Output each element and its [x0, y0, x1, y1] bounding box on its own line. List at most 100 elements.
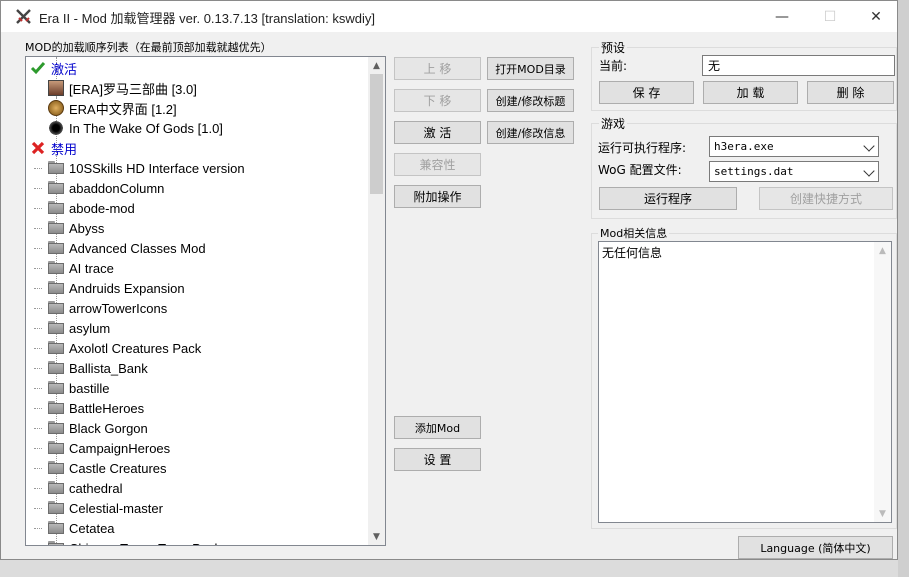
mod-name: CampaignHeroes: [69, 440, 171, 456]
mod-name: ERA中文界面 [1.2]: [69, 101, 177, 117]
mod-info-scrollbar[interactable]: ▲ ▼: [874, 242, 891, 522]
list-item[interactable]: abode-mod: [34, 198, 385, 218]
list-item[interactable]: In The Wake Of Gods [1.0]: [48, 118, 385, 138]
list-item[interactable]: CampaignHeroes: [34, 438, 385, 458]
scroll-down-arrow-icon[interactable]: ▼: [874, 505, 891, 522]
mod-name: abode-mod: [69, 200, 135, 216]
tree-connector: [34, 348, 42, 349]
add-mod-button[interactable]: 添加Mod: [394, 416, 481, 439]
eye-icon: [48, 120, 64, 136]
mod-name: abaddonColumn: [69, 180, 165, 196]
list-item[interactable]: cathedral: [34, 478, 385, 498]
mod-list[interactable]: 激活 [ERA]罗马三部曲 [3.0] ERA中文界面 [1.2] In The…: [25, 56, 386, 546]
list-item[interactable]: Andruids Expansion: [34, 278, 385, 298]
mod-name: cathedral: [69, 480, 123, 496]
mod-name: Axolotl Creatures Pack: [69, 340, 202, 356]
extra-operations-button[interactable]: 附加操作: [394, 185, 481, 208]
presets-group-label: 预设: [599, 39, 628, 56]
list-item[interactable]: arrowTowerIcons: [34, 298, 385, 318]
game-group-label: 游戏: [599, 115, 628, 132]
folder-icon: [48, 361, 64, 377]
edit-info-button[interactable]: 创建/修改信息: [487, 121, 574, 144]
list-item[interactable]: Advanced Classes Mod: [34, 238, 385, 258]
list-item[interactable]: BattleHeroes: [34, 398, 385, 418]
crossed-swords-icon: [16, 9, 31, 24]
minimize-button[interactable]: —: [759, 1, 805, 32]
scroll-down-arrow-icon[interactable]: ▼: [368, 528, 385, 545]
mod-name: Black Gorgon: [69, 420, 148, 436]
tree-connector: [34, 428, 42, 429]
mod-name: 10SSkills HD Interface version: [69, 160, 245, 176]
folder-icon: [48, 221, 64, 237]
wog-config-value: settings.dat: [714, 165, 794, 178]
list-item[interactable]: asylum: [34, 318, 385, 338]
mod-name: [ERA]罗马三部曲 [3.0]: [69, 81, 197, 97]
list-item[interactable]: 10SSkills HD Interface version: [34, 158, 385, 178]
load-preset-button[interactable]: 加 载: [703, 81, 798, 104]
folder-icon: [48, 401, 64, 417]
list-item[interactable]: ERA中文界面 [1.2]: [48, 98, 385, 118]
tree-connector: [34, 208, 42, 209]
folder-icon: [48, 241, 64, 257]
tree-connector: [34, 168, 42, 169]
list-item[interactable]: Axolotl Creatures Pack: [34, 338, 385, 358]
open-mod-directory-button[interactable]: 打开MOD目录: [487, 57, 574, 80]
tree-connector: [34, 528, 42, 529]
scroll-thumb[interactable]: [370, 74, 383, 194]
save-preset-button[interactable]: 保 存: [599, 81, 694, 104]
mod-info-textbox[interactable]: 无任何信息 ▲ ▼: [598, 241, 892, 523]
list-item[interactable]: AI trace: [34, 258, 385, 278]
executable-value: h3era.exe: [714, 140, 774, 153]
mod-name: asylum: [69, 320, 111, 336]
list-item[interactable]: Cetatea: [34, 518, 385, 538]
tree-connector: [34, 248, 42, 249]
list-item[interactable]: Ballista_Bank: [34, 358, 385, 378]
run-program-button[interactable]: 运行程序: [599, 187, 737, 210]
list-item[interactable]: Castle Creatures: [34, 458, 385, 478]
list-item[interactable]: Chinese Tower Town Pack: [48, 538, 385, 545]
background-desktop-edge: [898, 0, 909, 577]
list-item[interactable]: Celestial-master: [34, 498, 385, 518]
compatibility-button[interactable]: 兼容性: [394, 153, 481, 176]
mod-list-scrollbar[interactable]: ▲ ▼: [368, 57, 385, 545]
mod-list-header: MOD的加载顺序列表（在最前顶部加载就越优先）: [25, 41, 272, 54]
folder-icon: [48, 521, 64, 537]
scroll-up-arrow-icon[interactable]: ▲: [368, 57, 385, 74]
move-up-button[interactable]: 上 移: [394, 57, 481, 80]
create-shortcut-button[interactable]: 创建快捷方式: [759, 187, 893, 210]
checkmark-icon: [30, 62, 46, 75]
list-item[interactable]: abaddonColumn: [34, 178, 385, 198]
close-button[interactable]: ✕: [853, 1, 899, 32]
preset-current-field[interactable]: 无: [702, 55, 895, 76]
mod-name: Abyss: [69, 220, 105, 236]
activate-button[interactable]: 激 活: [394, 121, 481, 144]
title-bar[interactable]: Era II - Mod 加载管理器 ver. 0.13.7.13 [trans…: [1, 1, 897, 32]
edit-title-button[interactable]: 创建/修改标题: [487, 89, 574, 112]
globe-icon: [48, 100, 64, 116]
tree-connector: [34, 308, 42, 309]
list-item[interactable]: Abyss: [34, 218, 385, 238]
tree-connector: [34, 188, 42, 189]
scroll-up-arrow-icon[interactable]: ▲: [874, 242, 891, 259]
list-item[interactable]: bastille: [34, 378, 385, 398]
mod-manager-window: Era II - Mod 加载管理器 ver. 0.13.7.13 [trans…: [0, 0, 898, 560]
maximize-button[interactable]: ☐: [807, 1, 853, 32]
move-down-button[interactable]: 下 移: [394, 89, 481, 112]
delete-preset-button[interactable]: 删 除: [807, 81, 894, 104]
group-active[interactable]: 激活: [30, 58, 370, 78]
mod-info-text: 无任何信息: [602, 246, 663, 260]
list-item[interactable]: [ERA]罗马三部曲 [3.0]: [48, 78, 385, 98]
tree-connector: [34, 388, 42, 389]
folder-icon: [48, 441, 64, 457]
chevron-down-icon: [863, 140, 875, 152]
group-disabled[interactable]: 禁用: [30, 138, 370, 158]
wog-config-select[interactable]: settings.dat: [709, 161, 879, 182]
language-button[interactable]: Language (简体中文): [738, 536, 893, 559]
mod-name: AI trace: [69, 260, 114, 276]
list-item[interactable]: Black Gorgon: [34, 418, 385, 438]
settings-button[interactable]: 设 置: [394, 448, 481, 471]
folder-icon: [48, 261, 64, 277]
folder-icon: [48, 201, 64, 217]
folder-icon: [48, 301, 64, 317]
executable-select[interactable]: h3era.exe: [709, 136, 879, 157]
